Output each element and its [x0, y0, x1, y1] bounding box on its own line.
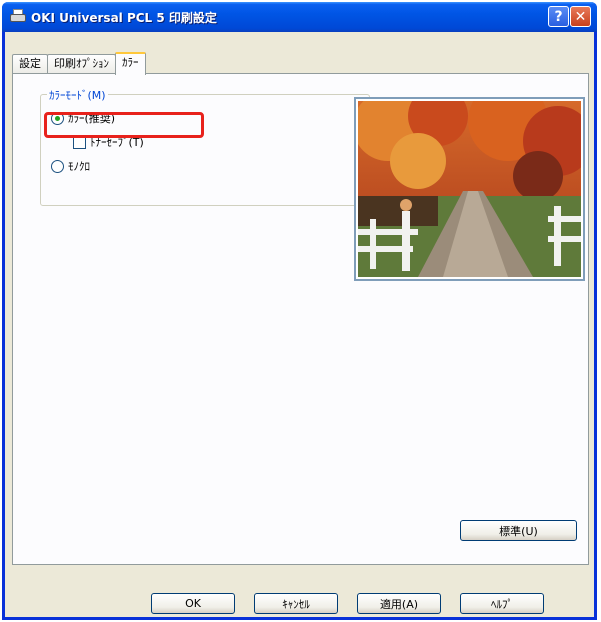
- color-mode-group: ｶﾗｰﾓｰﾄﾞ(M) ｶﾗｰ(推奨) ﾄﾅｰｾｰﾌﾞ(T) ﾓﾉｸﾛ: [40, 87, 370, 206]
- tab-strip: 設定 印刷ｵﾌﾟｼｮﾝ ｶﾗｰ: [12, 52, 146, 75]
- default-button[interactable]: 標準(U): [460, 520, 577, 541]
- help-title-button[interactable]: ?: [548, 6, 569, 27]
- ok-button[interactable]: OK: [151, 593, 235, 614]
- print-settings-dialog: OKI Universal PCL 5 印刷設定 ? ✕ 設定 印刷ｵﾌﾟｼｮﾝ…: [2, 2, 597, 620]
- color-mode-label: ｶﾗｰﾓｰﾄﾞ(M): [47, 87, 108, 103]
- tab-settings[interactable]: 設定: [12, 54, 48, 74]
- window-title: OKI Universal PCL 5 印刷設定: [31, 10, 217, 25]
- title-bar[interactable]: OKI Universal PCL 5 印刷設定 ? ✕: [2, 2, 597, 32]
- mono-radio-option[interactable]: ﾓﾉｸﾛ: [51, 158, 90, 174]
- help-button[interactable]: ﾍﾙﾌﾟ: [460, 593, 544, 614]
- mono-radio-label: ﾓﾉｸﾛ: [68, 160, 90, 173]
- apply-button[interactable]: 適用(A): [357, 593, 441, 614]
- tab-print-options[interactable]: 印刷ｵﾌﾟｼｮﾝ: [47, 54, 116, 74]
- color-preview-image: [354, 97, 585, 281]
- autumn-photo: [358, 101, 581, 277]
- mono-radio[interactable]: [51, 159, 64, 173]
- printer-icon: [10, 9, 26, 25]
- cancel-button[interactable]: ｷｬﾝｾﾙ: [254, 593, 338, 614]
- tab-color[interactable]: ｶﾗｰ: [115, 52, 146, 75]
- highlight-box: [44, 112, 204, 138]
- close-button[interactable]: ✕: [570, 6, 591, 27]
